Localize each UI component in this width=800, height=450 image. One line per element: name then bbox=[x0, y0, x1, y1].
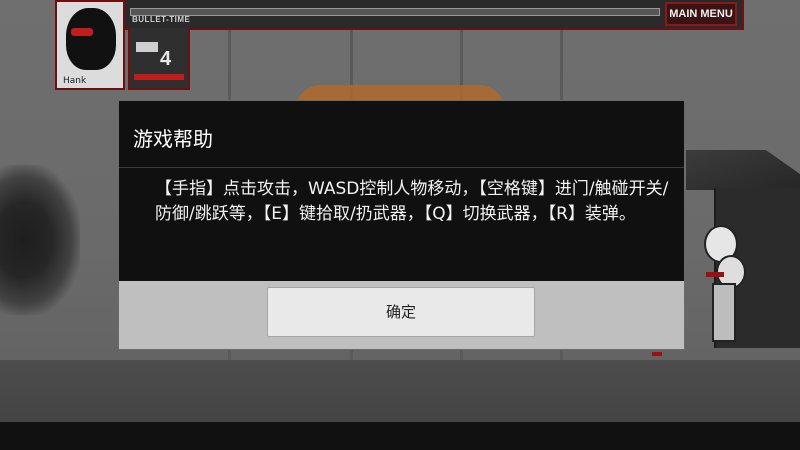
help-dialog: 游戏帮助 【手指】点击攻击，WASD控制人物移动，【空格键】进门/触碰开关/防御… bbox=[118, 100, 685, 350]
dialog-message: 【手指】点击攻击，WASD控制人物移动，【空格键】进门/触碰开关/防御/跳跃等，… bbox=[155, 179, 669, 224]
bullet-time-label: BULLET-TIME bbox=[132, 15, 191, 24]
goggles-icon bbox=[71, 28, 93, 36]
ammo-count: 4 bbox=[160, 48, 172, 70]
enemy-body bbox=[712, 283, 736, 342]
ammo-bar bbox=[134, 74, 184, 80]
floor bbox=[0, 360, 800, 422]
dialog-footer: 确定 bbox=[119, 281, 684, 349]
dialog-divider bbox=[119, 167, 684, 168]
character-name: Hank bbox=[63, 76, 87, 86]
blood-splat bbox=[652, 352, 662, 356]
wall-splatter bbox=[0, 165, 80, 315]
blood-splat bbox=[706, 272, 724, 277]
dialog-title: 游戏帮助 bbox=[133, 127, 213, 151]
avatar bbox=[66, 8, 116, 70]
character-portrait: Hank bbox=[55, 0, 125, 90]
bottom-bar bbox=[0, 422, 800, 450]
confirm-button[interactable]: 确定 bbox=[267, 287, 535, 337]
game-screen: BULLET-TIME Hank 4 MAIN MENU 游戏帮助 【手指】点击… bbox=[0, 0, 800, 450]
pistol-icon bbox=[136, 42, 158, 52]
bullet-time-bar bbox=[130, 8, 660, 16]
weapon-slot: 4 bbox=[128, 28, 190, 90]
enemy-grunt bbox=[700, 225, 746, 342]
crate-top bbox=[686, 150, 800, 190]
main-menu-button[interactable]: MAIN MENU bbox=[665, 2, 737, 26]
